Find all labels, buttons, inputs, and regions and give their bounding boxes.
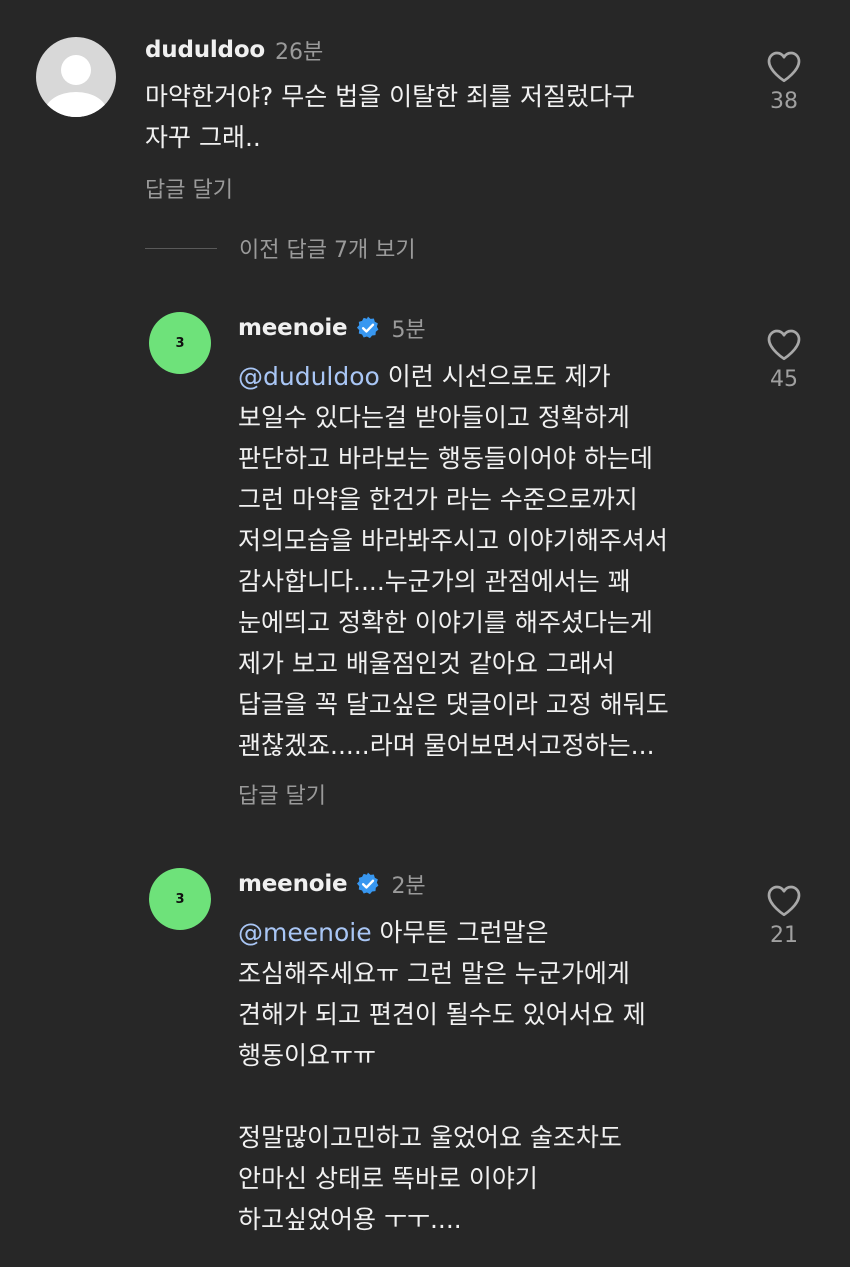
reply-line [238,1076,646,1117]
reply-body: @duduldoo 이런 시선으로도 제가 보일수 있다는걸 받아들이고 정확하… [238,356,669,766]
mention-link[interactable]: @meenoie [238,918,372,947]
reply-line: 안마신 상태로 똑바로 이야기 [238,1164,538,1193]
comment-time: 26분 [275,40,324,65]
like-control: 45 [754,328,814,392]
like-count: 38 [770,89,798,114]
verified-badge-icon [357,316,379,339]
reply-line: 감사합니다....누군가의 관점에서는 꽤 [238,567,631,596]
reply-username[interactable]: meenoie [238,315,348,341]
reply-line: 하고싶었어용 ㅜㅜ.... [238,1205,462,1234]
like-count: 45 [770,367,798,392]
reply-line: 판단하고 바라보는 행동들이어야 하는데 [238,444,653,473]
comment-line: 자꾸 그래.. [145,123,261,152]
reply-line: 견해가 되고 편견이 될수도 있어서요 제 [238,1000,646,1029]
like-control: 21 [754,884,814,948]
heart-outline-icon[interactable] [766,328,802,361]
reply-line: 행동이요ㅠㅠ [238,1041,377,1070]
reply-line: 그런 마약을 한건가 라는 수준으로까지 [238,485,638,514]
reply-line: @meenoie 아무튼 그런말은 [238,912,646,953]
reply-line: 조심해주세요ㅠ 그런 말은 누군가에게 [238,959,630,988]
reply-header: meenoie 2분 [238,868,426,900]
reply-line: 눈에띄고 정확한 이야기를 해주셨다는게 [238,608,653,637]
verified-badge-icon [357,872,379,895]
user-avatar[interactable]: 3 [149,312,211,374]
heart-outline-icon[interactable] [766,50,802,83]
reply-body: @meenoie 아무튼 그런말은 조심해주세요ㅠ 그런 말은 누군가에게 견해… [238,912,646,1240]
reply-line-text: 이런 시선으로도 제가 [379,362,611,391]
comment-line: 마약한거야? 무슨 법을 이탈한 죄를 저질렀다구 [145,82,636,111]
heart-outline-icon[interactable] [766,884,802,917]
reply-line: 괜찮겠죠.....라며 물어보면서고정하는... [238,731,655,760]
reply-username[interactable]: meenoie [238,871,348,897]
reply-line: 보일수 있다는걸 받아들이고 정확하게 [238,403,630,432]
reply-line: 정말많이고민하고 울었어요 술조차도 [238,1123,622,1152]
comment-body: 마약한거야? 무슨 법을 이탈한 죄를 저질렀다구 자꾸 그래.. [145,76,635,158]
like-count: 21 [770,923,798,948]
like-control: 38 [754,50,814,114]
default-avatar-icon[interactable] [36,37,116,117]
reply-time: 2분 [391,874,426,899]
reply-line: 답글을 꼭 달고싶은 댓글이라 고정 해둬도 [238,690,669,719]
reply-line: 제가 보고 배울점인것 같아요 그래서 [238,649,615,678]
reply-button[interactable]: 답글 달기 [145,172,233,204]
comment-header: duduldoo 26분 [145,34,323,66]
mention-link[interactable]: @duduldoo [238,362,380,391]
comment-username[interactable]: duduldoo [145,37,265,63]
reply-line-text: 아무튼 그런말은 [371,918,549,947]
reply-line: 저의모습을 바라봐주시고 이야기해주셔서 [238,526,668,555]
view-previous-replies[interactable]: 이전 답글 7개 보기 [145,232,416,264]
user-avatar[interactable]: 3 [149,868,211,930]
reply-header: meenoie 5분 [238,312,426,344]
divider-line [145,247,217,249]
reply-time: 5분 [391,318,426,343]
view-replies-label: 이전 답글 7개 보기 [239,238,416,263]
reply-line: @duduldoo 이런 시선으로도 제가 [238,356,669,397]
reply-button[interactable]: 답글 달기 [238,778,326,810]
